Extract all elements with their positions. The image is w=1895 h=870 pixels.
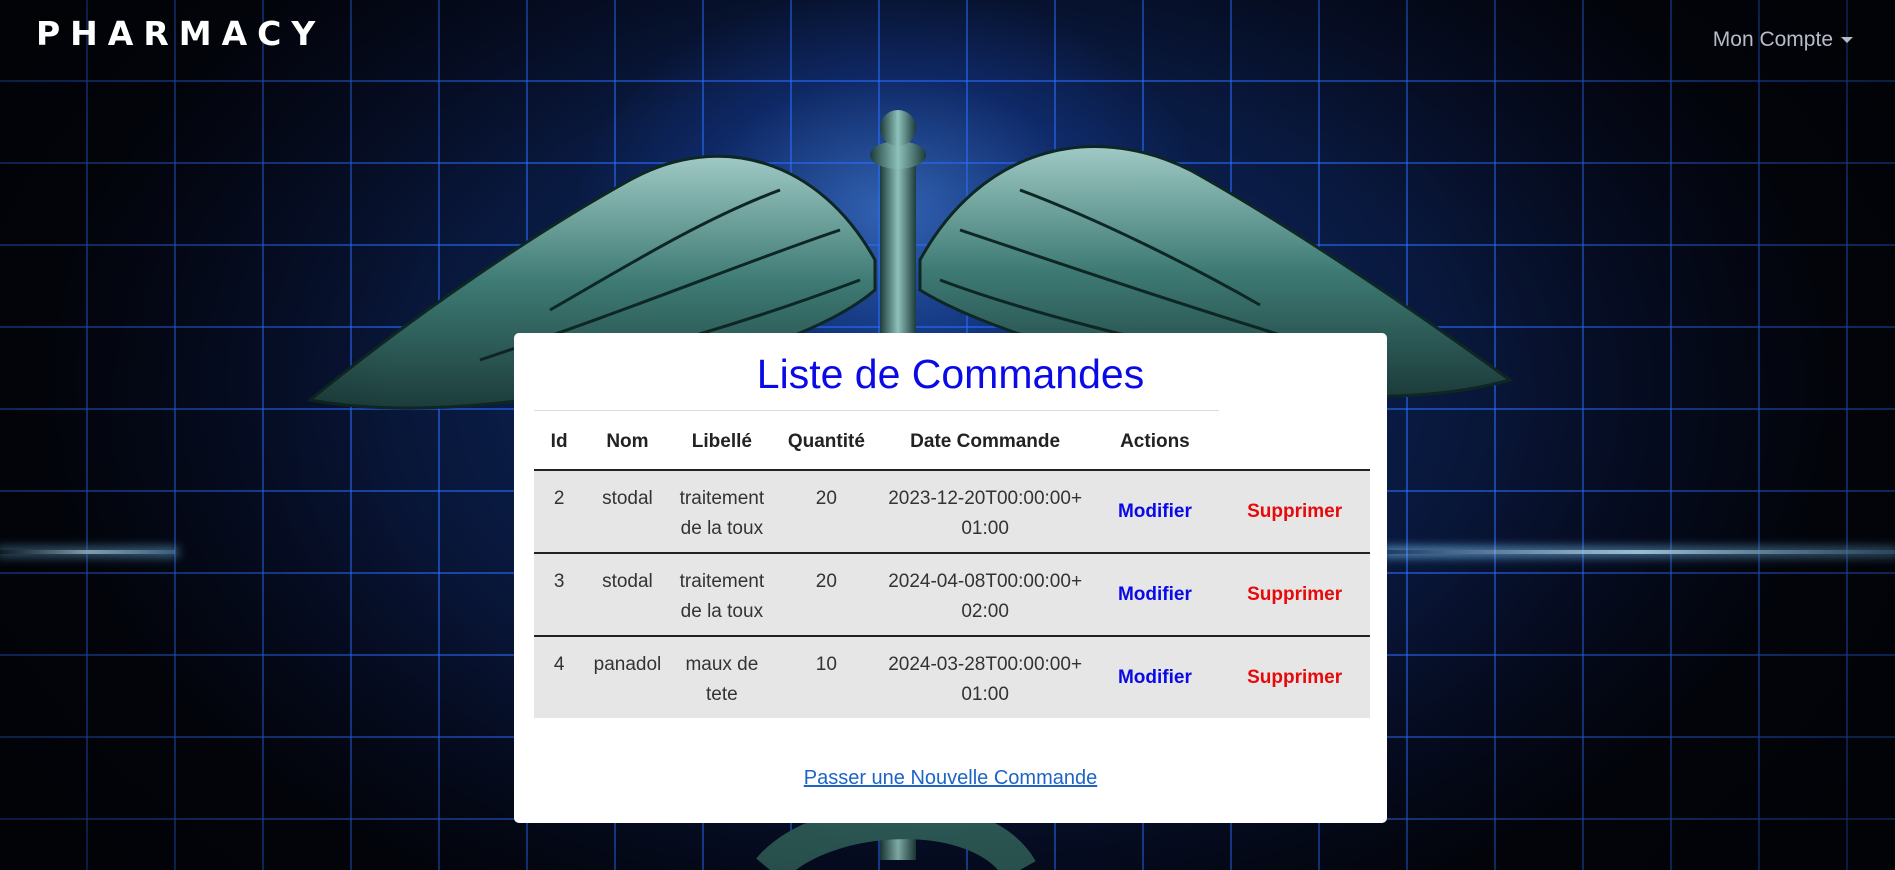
cell-id: 3 (534, 552, 585, 636)
delete-button[interactable]: Supprimer (1247, 584, 1342, 605)
page-title: Liste de Commandes (756, 351, 1145, 397)
cell-nom: stodal (584, 552, 671, 636)
header-libelle: Libellé (670, 411, 774, 471)
cell-delete: Supprimer (1219, 552, 1370, 636)
cell-date: 2024-03-28T00:00:00+01:00 (879, 635, 1091, 718)
cell-id: 4 (534, 635, 585, 718)
cell-id: 2 (534, 470, 585, 553)
cell-delete: Supprimer (1219, 470, 1370, 553)
account-label[interactable]: Mon Compte (1713, 28, 1833, 52)
new-order-container: Passer une Nouvelle Commande (514, 767, 1387, 790)
delete-button[interactable]: Supprimer (1247, 667, 1342, 688)
header-actions: Actions (1090, 411, 1220, 471)
cell-modify: Modifier (1090, 552, 1220, 636)
modify-button[interactable]: Modifier (1118, 584, 1192, 605)
cell-modify: Modifier (1090, 470, 1220, 553)
cell-libelle: traitement de la toux (670, 552, 774, 636)
cell-date: 2023-12-20T00:00:00+01:00 (879, 470, 1091, 553)
orders-table: Id Nom Libellé Quantité Date Commande Ac… (534, 411, 1370, 718)
account-dropdown[interactable]: Mon Compte (1713, 28, 1853, 52)
table-row: 4 panadol maux de tete 10 2024-03-28T00:… (534, 635, 1370, 718)
header-quantite: Quantité (773, 411, 880, 471)
cell-delete: Supprimer (1219, 635, 1370, 718)
cell-quantite: 10 (773, 635, 880, 718)
delete-button[interactable]: Supprimer (1247, 501, 1342, 522)
header-actions-spacer (1219, 411, 1370, 471)
cell-quantite: 20 (773, 470, 880, 553)
table-header-row: Id Nom Libellé Quantité Date Commande Ac… (534, 411, 1370, 471)
header-id: Id (534, 411, 585, 471)
modify-button[interactable]: Modifier (1118, 501, 1192, 522)
header-date-commande: Date Commande (879, 411, 1091, 471)
cell-libelle: traitement de la toux (670, 470, 774, 553)
modify-button[interactable]: Modifier (1118, 667, 1192, 688)
new-order-link[interactable]: Passer une Nouvelle Commande (804, 767, 1098, 789)
cell-libelle: maux de tete (670, 635, 774, 718)
brand-logo[interactable]: PHARMACY (36, 14, 325, 53)
cell-quantite: 20 (773, 552, 880, 636)
table-row: 3 stodal traitement de la toux 20 2024-0… (534, 552, 1370, 636)
orders-card: Liste de Commandes Id Nom Libellé Quanti… (514, 333, 1387, 823)
header-nom: Nom (584, 411, 671, 471)
cell-date: 2024-04-08T00:00:00+02:00 (879, 552, 1091, 636)
cell-nom: stodal (584, 470, 671, 553)
table-row: 2 stodal traitement de la toux 20 2023-1… (534, 470, 1370, 553)
chevron-down-icon[interactable] (1841, 37, 1853, 43)
cell-modify: Modifier (1090, 635, 1220, 718)
cell-nom: panadol (584, 635, 671, 718)
